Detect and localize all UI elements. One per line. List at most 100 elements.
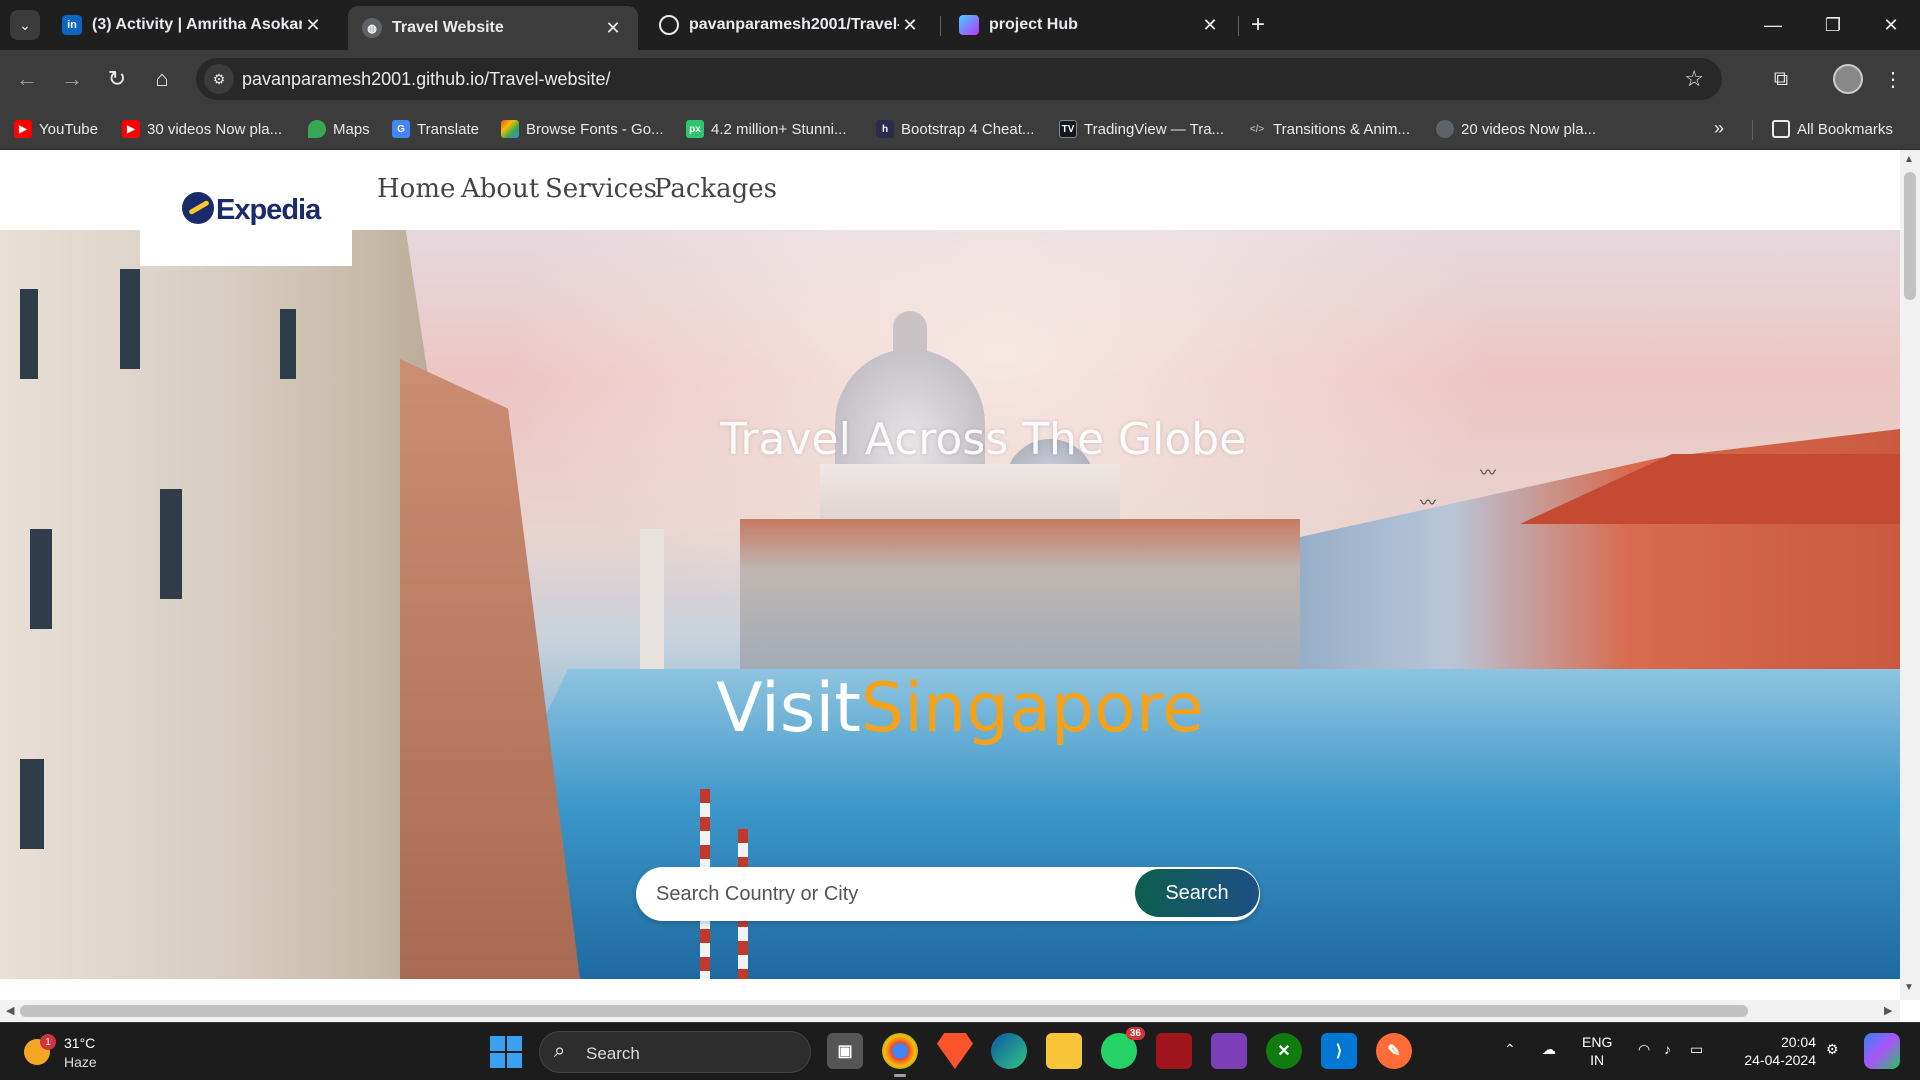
page-viewport: 〰 〰 Travel Across The Globe VisitSingapo…	[0, 150, 1920, 1022]
bookmark-20-videos[interactable]: 20 videos Now pla...	[1436, 118, 1596, 140]
app-red-icon[interactable]	[1156, 1033, 1192, 1069]
tab-project-hub[interactable]: project Hub ✕	[945, 6, 1235, 44]
hero-middle-buildings	[740, 519, 1300, 689]
system-clock[interactable]: 20:04 24-04-2024	[1736, 1033, 1816, 1069]
tab-linkedin[interactable]: in (3) Activity | Amritha Asokan | ✕	[48, 6, 338, 44]
start-button[interactable]	[490, 1036, 522, 1068]
file-explorer-icon[interactable]	[1046, 1033, 1082, 1069]
bookmark-star-icon[interactable]: ☆	[1684, 66, 1704, 92]
hero-window	[160, 489, 182, 599]
tab-title: project Hub	[989, 16, 1078, 33]
search-button[interactable]: Search	[1135, 869, 1259, 917]
language-indicator[interactable]: ENG IN	[1582, 1033, 1612, 1069]
close-icon[interactable]: ✕	[1199, 15, 1221, 36]
bookmarks-overflow-icon[interactable]: »	[1714, 118, 1724, 139]
tab-github[interactable]: pavanparamesh2001/Travel-we ✕	[645, 6, 935, 44]
tune-icon: ⚙	[212, 70, 226, 87]
folder-icon	[1772, 120, 1790, 138]
site-logo[interactable]: Expedia	[140, 150, 352, 266]
bookmark-30-videos[interactable]: ▶ 30 videos Now pla...	[122, 118, 282, 140]
back-button[interactable]: ←	[10, 62, 44, 96]
battery-icon[interactable]: ▭	[1690, 1041, 1703, 1058]
new-tab-button[interactable]: +	[1243, 10, 1273, 40]
bookmark-transitions[interactable]: </> Transitions & Anim...	[1248, 118, 1410, 140]
restore-button[interactable]: ❐	[1810, 8, 1856, 42]
wifi-icon[interactable]: ◠	[1638, 1041, 1650, 1058]
google-fonts-icon	[501, 120, 519, 138]
weather-widget[interactable]: 1 31°C Haze	[22, 1031, 142, 1073]
clock-date: 24-04-2024	[1744, 1052, 1816, 1068]
profile-avatar[interactable]	[1833, 64, 1863, 94]
onedrive-icon[interactable]: ☁	[1542, 1041, 1556, 1058]
bookmark-youtube[interactable]: ▶ YouTube	[14, 118, 98, 140]
site-info-button[interactable]: ⚙	[204, 64, 234, 94]
notification-settings-icon[interactable]: ⚙	[1826, 1041, 1839, 1058]
clock-time: 20:04	[1780, 1034, 1816, 1050]
bookmark-label: 30 videos Now pla...	[147, 120, 283, 138]
vscode-icon[interactable]: ⟩	[1321, 1033, 1357, 1069]
chevron-up-icon[interactable]: ⌃	[1504, 1041, 1516, 1058]
address-bar[interactable]: ⚙ pavanparamesh2001.github.io/Travel-web…	[196, 58, 1722, 100]
windows-taskbar: 1 31°C Haze ⌕ Search ▣ 36 ✕ ⟩ ✎ ⌃ ☁ ENG …	[0, 1022, 1920, 1080]
bookmark-label: 4.2 million+ Stunni...	[711, 120, 847, 138]
chevron-down-icon: ⌄	[19, 16, 31, 33]
bird-icon: 〰	[1420, 495, 1437, 512]
volume-icon[interactable]: ♪	[1664, 1041, 1671, 1057]
bookmark-translate[interactable]: G Translate	[392, 118, 479, 140]
tab-travel-website[interactable]: ◍ Travel Website ✕	[348, 6, 638, 50]
close-icon[interactable]: ✕	[302, 15, 324, 36]
bookmark-label: 20 videos Now pla...	[1461, 120, 1597, 138]
vertical-scrollbar[interactable]: ▲ ▼	[1900, 150, 1920, 1000]
extensions-button[interactable]: ⧉	[1764, 62, 1798, 96]
home-button[interactable]: ⌂	[145, 62, 179, 96]
reload-button[interactable]: ↻	[100, 62, 134, 96]
nav-about[interactable]: About	[461, 174, 539, 204]
windows-logo-pane	[507, 1036, 522, 1051]
close-window-button[interactable]: ✕	[1868, 8, 1914, 42]
bookmark-tradingview[interactable]: TV TradingView — Tra...	[1059, 118, 1224, 140]
horizontal-scrollbar[interactable]: ◀ ▶	[0, 1000, 1900, 1022]
restore-icon: ❐	[1824, 14, 1842, 35]
all-bookmarks-button[interactable]: All Bookmarks	[1772, 118, 1893, 140]
task-view-icon[interactable]: ▣	[827, 1033, 863, 1069]
chrome-icon[interactable]	[882, 1033, 918, 1077]
github-icon	[659, 15, 679, 35]
edge-icon[interactable]	[991, 1033, 1027, 1069]
nav-packages[interactable]: Packages	[654, 174, 777, 204]
nav-home[interactable]: Home	[377, 174, 455, 204]
xbox-icon[interactable]: ✕	[1266, 1033, 1302, 1069]
bookmark-maps[interactable]: Maps	[308, 118, 370, 140]
all-bookmarks-label: All Bookmarks	[1797, 120, 1893, 138]
forward-button[interactable]: →	[55, 62, 89, 96]
weather-condition: Haze	[64, 1054, 97, 1070]
minimize-button[interactable]: —	[1750, 8, 1796, 42]
destination-search-input[interactable]	[656, 875, 1126, 913]
app-purple-icon[interactable]	[1211, 1033, 1247, 1069]
scroll-right-icon[interactable]: ▶	[1884, 1004, 1892, 1017]
bookmark-bootstrap[interactable]: h Bootstrap 4 Cheat...	[876, 118, 1034, 140]
close-icon[interactable]: ✕	[899, 15, 921, 36]
bookmark-google-fonts[interactable]: Browse Fonts - Go...	[501, 118, 664, 140]
scroll-left-icon[interactable]: ◀	[6, 1004, 14, 1017]
scroll-up-icon[interactable]: ▲	[1904, 154, 1914, 165]
menu-button[interactable]: ⋮	[1876, 62, 1910, 96]
whatsapp-icon[interactable]: 36	[1101, 1027, 1145, 1069]
bookmarks-bar: ▶ YouTube ▶ 30 videos Now pla... Maps G …	[0, 108, 1920, 150]
close-icon[interactable]: ✕	[602, 18, 624, 39]
bookmark-pixabay[interactable]: px 4.2 million+ Stunni...	[686, 118, 847, 140]
url-text[interactable]: pavanparamesh2001.github.io/Travel-websi…	[242, 69, 611, 90]
hero-visit-word: Visit	[716, 669, 861, 748]
translate-icon: G	[392, 120, 410, 138]
taskbar-search-label: Search	[586, 1044, 640, 1063]
tab-search-button[interactable]: ⌄	[10, 10, 40, 40]
horizontal-scroll-thumb[interactable]	[20, 1005, 1748, 1017]
bookmarks-separator	[1752, 120, 1753, 140]
hero-destination: Singapore	[860, 669, 1204, 748]
postman-icon[interactable]: ✎	[1376, 1033, 1412, 1069]
brave-icon[interactable]	[937, 1033, 973, 1069]
copilot-icon[interactable]	[1864, 1033, 1900, 1069]
scroll-down-icon[interactable]: ▼	[1904, 982, 1914, 993]
taskbar-search[interactable]: ⌕ Search	[539, 1031, 811, 1073]
vertical-scroll-thumb[interactable]	[1904, 172, 1916, 300]
nav-services[interactable]: Services	[545, 174, 657, 204]
